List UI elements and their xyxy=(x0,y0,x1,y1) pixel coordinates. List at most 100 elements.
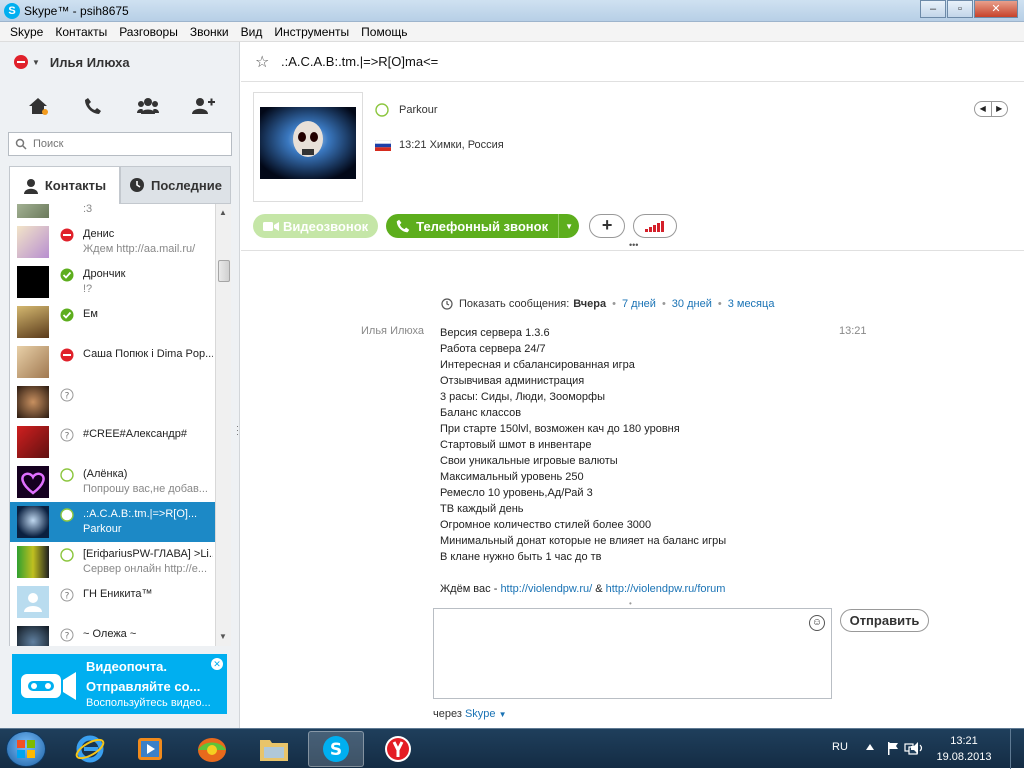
message-sender: Илья Илюха xyxy=(361,325,425,337)
video-call-button[interactable]: Видеозвонок xyxy=(253,214,379,238)
contact-list-scrollbar[interactable]: ▲ ▼ xyxy=(215,204,231,646)
taskbar-media-player[interactable] xyxy=(122,731,178,767)
language-indicator[interactable]: RU xyxy=(832,741,848,753)
chat-contact-name: .:A.C.A.B:.tm.|=>R[O]ma<= xyxy=(281,54,439,69)
message-links-line: Ждём вас - http://violendpw.ru/ & http:/… xyxy=(440,581,726,597)
taskbar-explorer[interactable] xyxy=(246,731,302,767)
contact-avatar-large xyxy=(253,92,363,202)
tab-recent[interactable]: Последние xyxy=(120,166,231,204)
collapse-handle[interactable]: ••• xyxy=(629,240,638,250)
taskbar-game[interactable] xyxy=(184,731,240,767)
message-input[interactable] xyxy=(433,608,832,699)
maximize-button[interactable]: ▫ xyxy=(947,0,973,18)
chat-pane: ☆ .:A.C.A.B:.tm.|=>R[O]ma<= Parkour 13:2… xyxy=(241,42,1024,728)
input-resize-handle[interactable]: • xyxy=(629,599,632,608)
menu-help[interactable]: Помощь xyxy=(355,22,413,41)
tray-expand-icon[interactable] xyxy=(866,744,874,750)
list-item[interactable]: Саша Попюк і Dima Pop... xyxy=(10,342,215,382)
history-7-days[interactable]: 7 дней xyxy=(622,298,656,310)
profile-nav-arrows[interactable]: ◀ ▶ xyxy=(974,101,1008,117)
group-button[interactable] xyxy=(134,94,162,118)
show-desktop-button[interactable] xyxy=(1010,729,1024,769)
skype-logo-icon: S xyxy=(4,3,20,19)
list-item[interactable]: Дрончик !? xyxy=(10,262,215,302)
list-item[interactable]: (Алёнка) Попрошу вас,не добав... xyxy=(10,462,215,502)
history-3-months[interactable]: 3 месяца xyxy=(728,298,775,310)
clock-icon xyxy=(441,298,453,310)
list-item-selected[interactable]: .:A.C.A.B:.tm.|=>R[O]... Parkour xyxy=(10,502,215,542)
scroll-up-icon[interactable]: ▲ xyxy=(219,208,227,217)
message-body: Версия сервера 1.3.6 Работа сервера 24/7… xyxy=(440,325,726,597)
videomail-promo[interactable]: Видеопочта. Отправляйте со... Воспользуй… xyxy=(12,654,227,714)
menu-skype[interactable]: Skype xyxy=(4,22,49,41)
taskbar-yandex[interactable] xyxy=(370,731,426,767)
message-line: Работа сервера 24/7 xyxy=(440,343,546,355)
forum-link[interactable]: http://violendpw.ru/forum xyxy=(606,583,726,595)
contact-message: Ждем http://aa.mail.ru/ xyxy=(83,243,196,255)
via-service-select[interactable]: Skype ▼ xyxy=(465,708,507,720)
menu-conversations[interactable]: Разговоры xyxy=(113,22,184,41)
add-contact-button[interactable] xyxy=(189,94,217,118)
phone-call-main[interactable]: Телефонный звонок xyxy=(386,214,560,238)
emoticon-icon[interactable]: ☺ xyxy=(809,615,825,631)
menu-contacts[interactable]: Контакты xyxy=(49,22,113,41)
call-button[interactable] xyxy=(79,94,107,118)
unknown-status-icon: ? xyxy=(60,588,74,602)
list-item[interactable]: Денис Ждем http://aa.mail.ru/ xyxy=(10,222,215,262)
minimize-button[interactable]: – xyxy=(920,0,946,18)
action-center-flag-icon[interactable] xyxy=(886,741,900,755)
list-item[interactable]: ? ~ Олежа ~ xyxy=(10,622,215,646)
list-item[interactable]: ? #CREE#Александр# xyxy=(10,422,215,462)
phone-call-button[interactable]: Телефонный звонок ▼ xyxy=(386,214,580,238)
avatar xyxy=(17,586,49,618)
scroll-down-icon[interactable]: ▼ xyxy=(219,632,227,641)
send-button[interactable]: Отправить xyxy=(840,609,929,632)
message-line: Интересная и сбалансированная игра xyxy=(440,359,635,371)
add-button[interactable]: + xyxy=(589,214,626,238)
favorite-star-icon[interactable]: ☆ xyxy=(255,52,269,72)
history-selected[interactable]: Вчера xyxy=(573,298,606,310)
system-clock[interactable]: 13:21 19.08.2013 xyxy=(932,733,996,765)
promo-close-icon[interactable]: ✕ xyxy=(211,658,223,670)
chevron-right-icon[interactable]: ▶ xyxy=(992,102,1008,116)
pane-splitter[interactable]: · · · xyxy=(236,422,239,439)
chevron-left-icon[interactable]: ◀ xyxy=(975,102,992,116)
menu-calls[interactable]: Звонки xyxy=(184,22,235,41)
avatar xyxy=(17,546,49,578)
list-item[interactable]: :3 xyxy=(10,204,215,222)
message-line: Свои уникальные игровые валюты xyxy=(440,455,618,467)
server-link[interactable]: http://violendpw.ru/ xyxy=(500,583,592,595)
internet-explorer-icon xyxy=(75,735,105,763)
person-icon xyxy=(23,178,38,194)
signal-bars-icon xyxy=(645,221,665,232)
add-contact-icon xyxy=(191,98,215,114)
menu-bar: Skype Контакты Разговоры Звонки Вид Инст… xyxy=(0,22,1024,42)
taskbar-skype[interactable]: S xyxy=(308,731,364,767)
avatar xyxy=(17,306,49,338)
menu-view[interactable]: Вид xyxy=(235,22,269,41)
start-button[interactable] xyxy=(6,731,46,767)
tab-contacts[interactable]: Контакты xyxy=(9,166,120,204)
dnd-status-icon xyxy=(14,55,28,69)
call-quality-button[interactable] xyxy=(633,214,678,238)
list-item[interactable]: ? ГН Еникита™ xyxy=(10,582,215,622)
history-30-days[interactable]: 30 дней xyxy=(672,298,712,310)
profile-status[interactable]: ▼ Илья Илюха xyxy=(14,52,130,72)
contact-name: Саша Попюк і Dima Pop... xyxy=(83,348,213,360)
close-button[interactable]: ✕ xyxy=(974,0,1018,18)
taskbar-ie[interactable] xyxy=(62,731,118,767)
avatar xyxy=(17,466,49,498)
phone-call-dropdown-icon[interactable]: ▼ xyxy=(559,214,579,238)
list-item[interactable]: ? xyxy=(10,382,215,422)
home-button[interactable] xyxy=(24,94,52,118)
contact-name: (Алёнка) xyxy=(83,468,128,480)
contact-list: :3 Денис Ждем http://aa.mail.ru/ Дрончик… xyxy=(9,204,215,646)
volume-icon[interactable] xyxy=(910,741,926,755)
search-input[interactable] xyxy=(33,138,213,150)
scroll-thumb[interactable] xyxy=(218,260,230,282)
contact-name: Денис xyxy=(83,228,115,240)
message-line: Версия сервера 1.3.6 xyxy=(440,327,550,339)
list-item[interactable]: Ем xyxy=(10,302,215,342)
menu-tools[interactable]: Инструменты xyxy=(268,22,355,41)
list-item[interactable]: [EriфariusPW-ГЛАВА] >Li... Сервер онлайн… xyxy=(10,542,215,582)
